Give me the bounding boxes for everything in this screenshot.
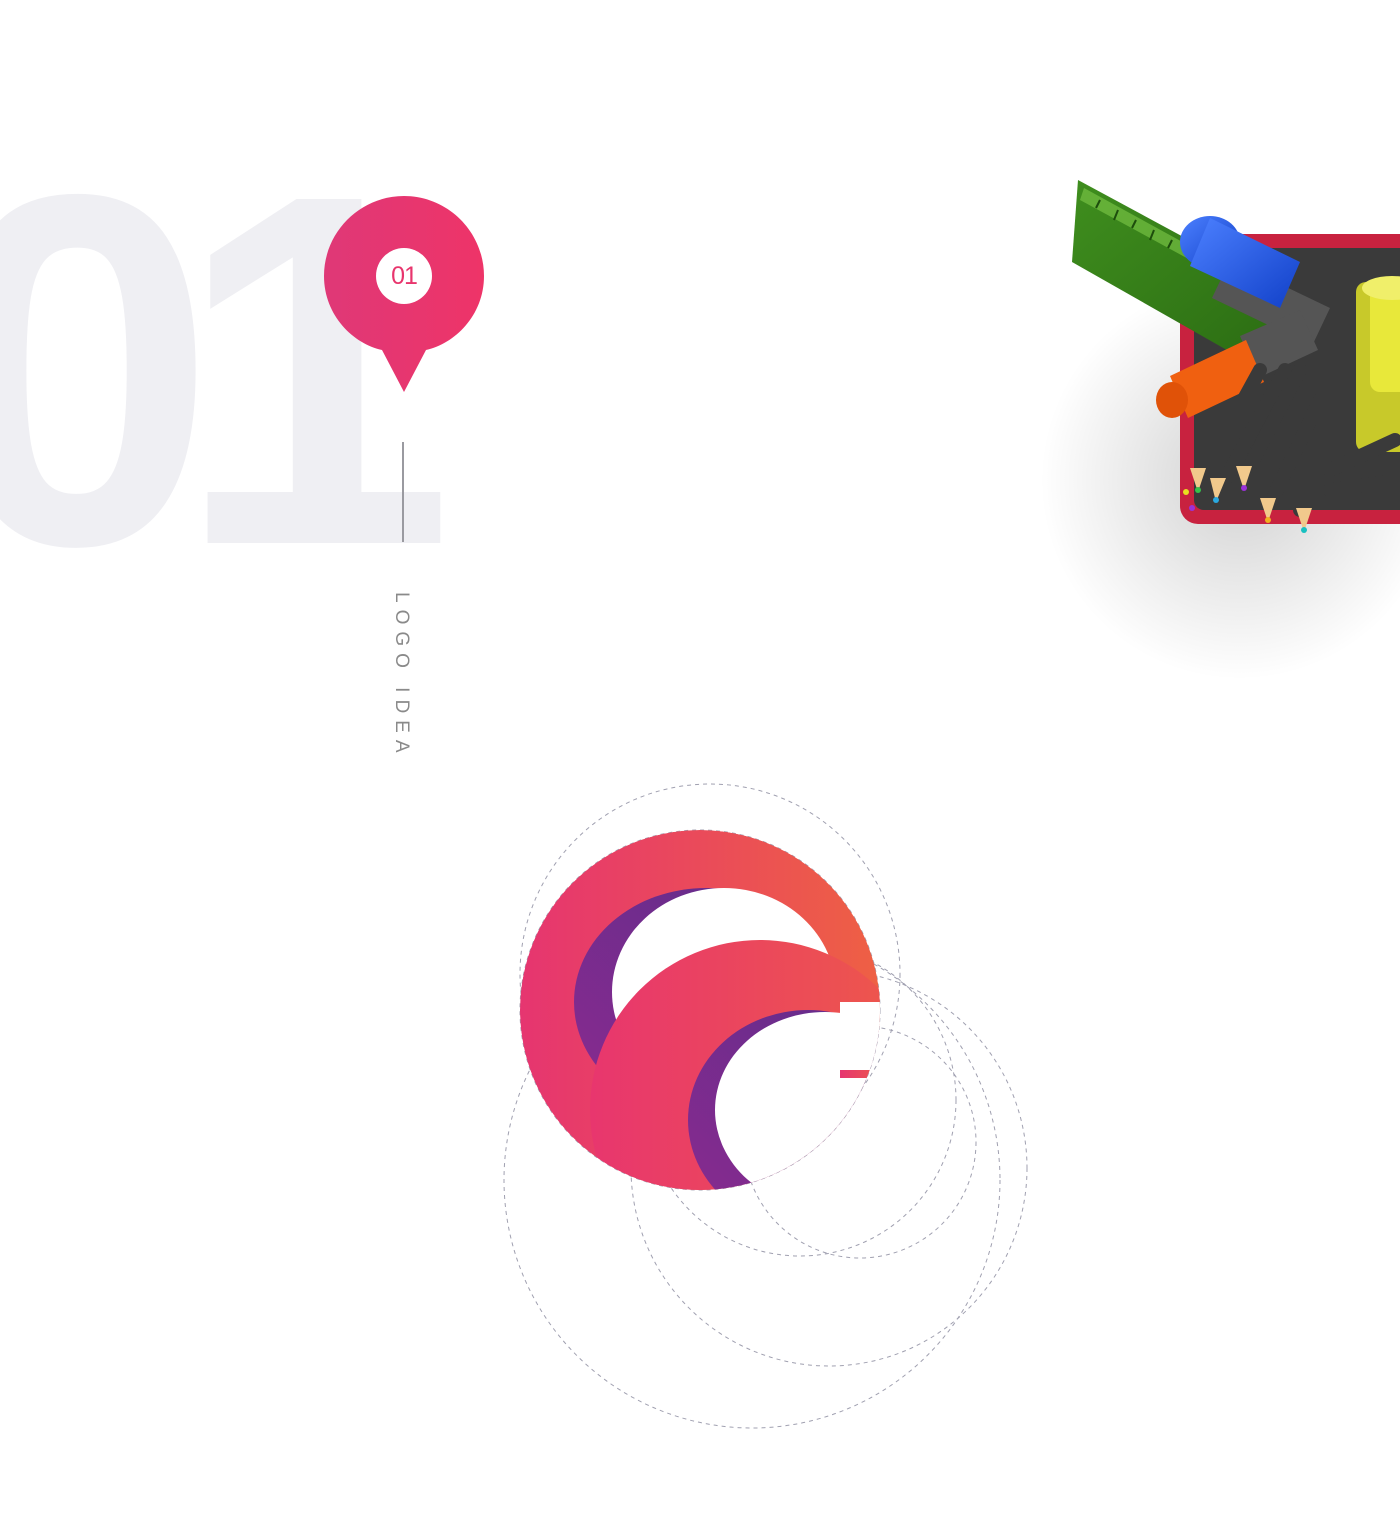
pencil-cup-icon xyxy=(1040,180,1400,680)
section-label: LOGO IDEA xyxy=(391,592,412,760)
pin-badge-number: 01 xyxy=(391,262,418,290)
gradient-c-logo-icon xyxy=(503,783,1028,1429)
divider-line xyxy=(402,442,404,542)
